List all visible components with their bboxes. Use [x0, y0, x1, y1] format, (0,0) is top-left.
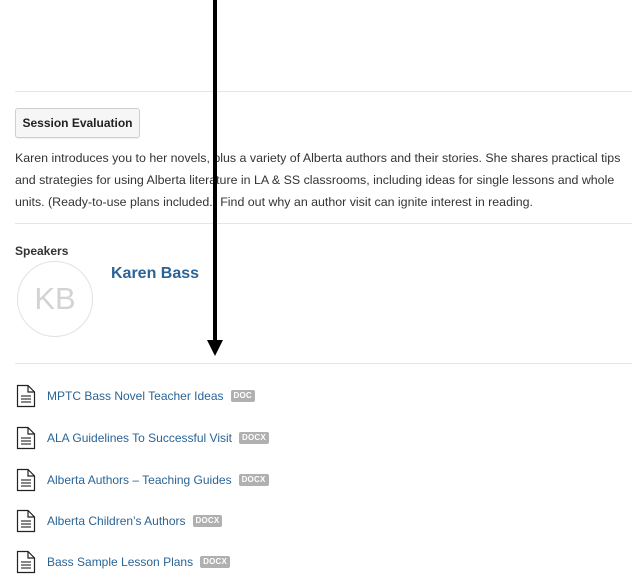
file-link[interactable]: MPTC Bass Novel Teacher Ideas — [47, 389, 224, 403]
file-type-badge: DOC — [230, 390, 255, 402]
file-item[interactable]: MPTC Bass Novel Teacher Ideas DOC — [15, 384, 255, 408]
document-icon — [16, 509, 36, 533]
file-link[interactable]: ALA Guidelines To Successful Visit — [47, 431, 232, 445]
document-icon — [16, 468, 36, 492]
top-divider — [15, 91, 632, 92]
file-type-badge: DOCX — [238, 474, 269, 486]
speaker-name-link[interactable]: Karen Bass — [111, 265, 199, 283]
document-icon — [16, 384, 36, 408]
session-evaluation-button[interactable]: Session Evaluation — [15, 108, 140, 138]
file-item[interactable]: ALA Guidelines To Successful Visit DOCX — [15, 426, 269, 450]
file-link[interactable]: Alberta Authors – Teaching Guides — [47, 473, 232, 487]
description-divider — [15, 223, 632, 224]
file-type-badge: DOCX — [200, 556, 231, 568]
file-link[interactable]: Alberta Children’s Authors — [47, 514, 186, 528]
document-icon — [16, 550, 36, 574]
file-link[interactable]: Bass Sample Lesson Plans — [47, 555, 193, 569]
annotation-arrow-head-icon — [207, 340, 223, 356]
session-description: Karen introduces you to her novels, plus… — [15, 151, 621, 209]
speaker-avatar[interactable]: KB — [17, 261, 93, 337]
file-type-badge: DOCX — [192, 515, 223, 527]
file-item[interactable]: Alberta Authors – Teaching Guides DOCX — [15, 468, 269, 492]
speakers-heading: Speakers — [15, 244, 69, 258]
document-icon — [16, 426, 36, 450]
annotation-arrow-shaft — [213, 0, 217, 342]
file-type-badge: DOCX — [239, 432, 269, 444]
speakers-divider — [15, 363, 632, 364]
file-item[interactable]: Alberta Children’s Authors DOCX — [15, 509, 223, 533]
file-item[interactable]: Bass Sample Lesson Plans DOCX — [15, 550, 231, 574]
